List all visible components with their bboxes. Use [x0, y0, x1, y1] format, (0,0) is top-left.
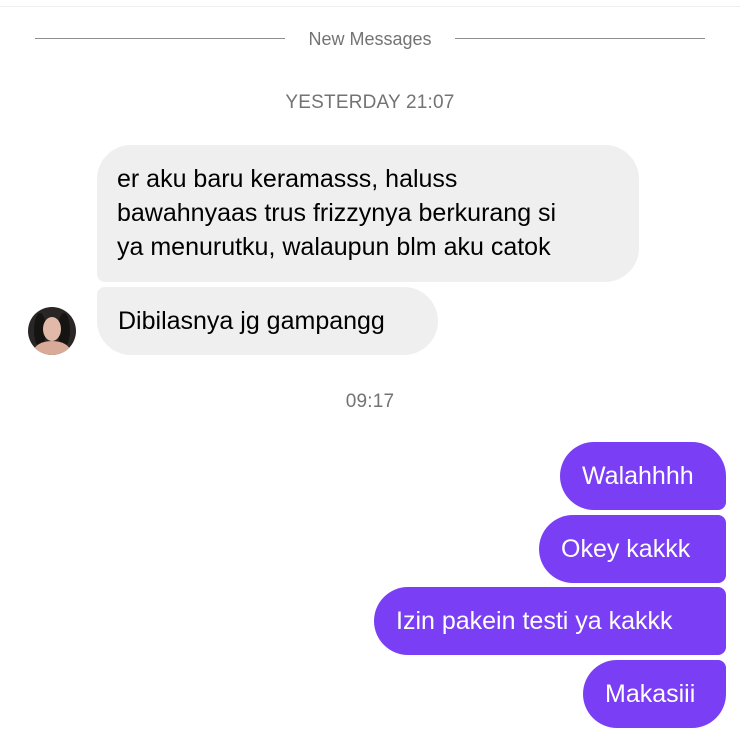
message-line: bawahnyaas trus frizzynya berkurang si: [117, 199, 557, 227]
outgoing-message-bubble[interactable]: Makasiii: [583, 660, 726, 728]
top-border: [0, 6, 740, 7]
timestamp-yesterday: YESTERDAY 21:07: [285, 92, 455, 113]
avatar-face: [43, 317, 61, 341]
incoming-message-bubble[interactable]: Dibilasnya jg gampangg: [97, 287, 438, 355]
incoming-message-bubble[interactable]: er aku baru keramasss, haluss bawahnyaas…: [97, 145, 639, 282]
outgoing-message-bubble[interactable]: Walahhhh: [560, 442, 726, 510]
message-line: er aku baru keramasss, haluss: [117, 165, 458, 193]
new-messages-label: New Messages: [308, 29, 432, 49]
outgoing-message-bubble[interactable]: Okey kakkk: [539, 515, 726, 583]
timestamp-today: 09:17: [345, 391, 395, 412]
avatar-shoulders: [34, 341, 70, 355]
message-line: ya menurutku, walaupun blm aku catok: [117, 233, 551, 261]
new-messages-divider: New Messages: [35, 26, 705, 52]
outgoing-message-bubble[interactable]: Izin pakein testi ya kakkk: [374, 587, 726, 655]
sender-avatar[interactable]: [28, 307, 76, 355]
divider-line-right: [455, 38, 705, 39]
